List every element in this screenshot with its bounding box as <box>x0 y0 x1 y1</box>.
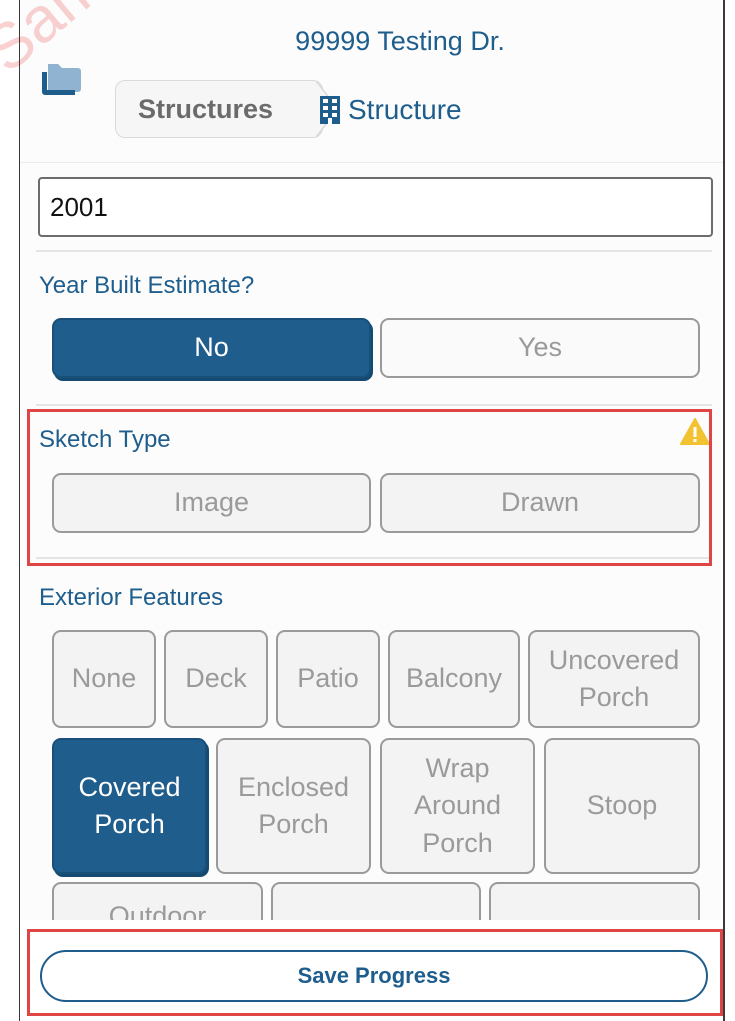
divider <box>36 404 712 406</box>
frame-right-border <box>723 0 725 1021</box>
sketch-type-drawn-button[interactable]: Drawn <box>380 473 700 533</box>
breadcrumb-structures-label: Structures <box>138 94 274 124</box>
feature-covered-porch-button[interactable]: Covered Porch <box>52 738 207 874</box>
folder-icon[interactable] <box>40 62 84 98</box>
feature-wrap-around-porch-button[interactable]: Wrap Around Porch <box>380 738 535 874</box>
sketch-type-image-button[interactable]: Image <box>52 473 371 533</box>
save-progress-button[interactable]: Save Progress <box>40 950 708 1002</box>
header-divider <box>20 162 723 163</box>
year-built-input[interactable]: 2001 <box>38 177 713 237</box>
frame-left-border <box>19 0 20 1021</box>
feature-uncovered-porch-button[interactable]: Uncovered Porch <box>528 630 700 728</box>
feature-enclosed-porch-button[interactable]: Enclosed Porch <box>216 738 371 874</box>
divider <box>36 250 712 252</box>
feature-deck-button[interactable]: Deck <box>164 630 268 728</box>
breadcrumb-structure[interactable]: Structure <box>320 94 462 126</box>
year-estimate-no-button[interactable]: No <box>52 318 371 378</box>
sketch-type-label: Sketch Type <box>39 426 171 453</box>
warning-icon <box>680 418 710 445</box>
year-estimate-yes-button[interactable]: Yes <box>380 318 700 378</box>
divider <box>36 557 712 559</box>
feature-balcony-button[interactable]: Balcony <box>388 630 520 728</box>
breadcrumb-structure-label: Structure <box>348 94 462 125</box>
feature-none-button[interactable]: None <box>52 630 156 728</box>
year-estimate-label: Year Built Estimate? <box>39 272 255 299</box>
feature-patio-button[interactable]: Patio <box>276 630 380 728</box>
building-icon <box>320 96 340 124</box>
exterior-features-label: Exterior Features <box>39 584 224 611</box>
address-title: 99999 Testing Dr. <box>295 26 505 56</box>
feature-stoop-button[interactable]: Stoop <box>544 738 700 874</box>
app-screen: 99999 Testing Dr. Structures Structure 2… <box>20 0 723 1021</box>
